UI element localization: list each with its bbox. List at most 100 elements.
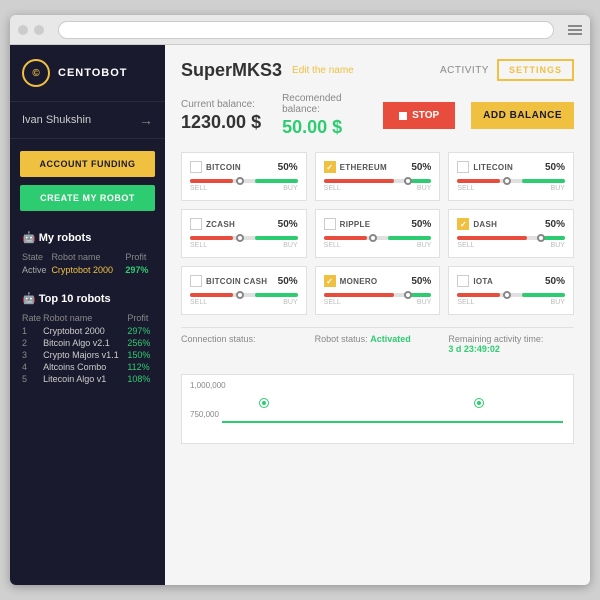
robot-rate: 1 xyxy=(22,325,43,337)
slider-fill-red xyxy=(457,236,527,240)
slider-thumb[interactable] xyxy=(404,177,412,185)
crypto-header: ZCASH 50% xyxy=(190,218,298,230)
crypto-checkbox[interactable] xyxy=(324,218,336,230)
slider-thumb[interactable] xyxy=(503,291,511,299)
crypto-checkbox[interactable] xyxy=(324,161,336,173)
robot-status: Robot status: Activated xyxy=(315,334,441,354)
slider-thumb[interactable] xyxy=(236,177,244,185)
crypto-card: DASH 50% SELL BUY xyxy=(448,209,574,258)
crypto-name-row: BITCOIN CASH xyxy=(190,275,267,287)
robot-profit: 150% xyxy=(127,349,153,361)
settings-button[interactable]: SETTINGS xyxy=(497,59,574,81)
robot-rate: 5 xyxy=(22,373,43,385)
main-content: SuperMKS3 Edit the name ACTIVITY SETTING… xyxy=(165,45,590,585)
slider-container: SELL BUY xyxy=(190,179,298,192)
browser-menu-icon[interactable] xyxy=(568,25,582,35)
crypto-percent: 50% xyxy=(411,162,431,173)
slider-track xyxy=(457,236,565,240)
stop-label: STOP xyxy=(412,110,439,121)
crypto-percent: 50% xyxy=(545,219,565,230)
col-profit: Profit xyxy=(127,311,153,325)
slider-thumb[interactable] xyxy=(236,234,244,242)
crypto-checkbox[interactable] xyxy=(457,275,469,287)
robot-name: Cryptobot 2000 xyxy=(51,264,125,276)
slider-thumb[interactable] xyxy=(503,177,511,185)
logo-icon: © xyxy=(22,59,50,87)
crypto-checkbox[interactable] xyxy=(190,218,202,230)
balance-row: Current balance: 1230.00 $ Recomended ba… xyxy=(181,93,574,138)
create-robot-button[interactable]: CREATE MY ROBOT xyxy=(20,185,155,211)
browser-url-bar[interactable] xyxy=(58,21,554,39)
stop-button[interactable]: STOP xyxy=(383,102,455,129)
my-robots-table: State Robot name Profit Active Cryptobot… xyxy=(22,250,153,276)
crypto-name: BITCOIN CASH xyxy=(206,277,267,286)
browser-dot-2 xyxy=(34,25,44,35)
slider-track xyxy=(324,293,432,297)
current-balance-label: Current balance: xyxy=(181,99,266,110)
slider-fill-red xyxy=(190,293,233,297)
connection-status: Connection status: xyxy=(181,334,307,354)
crypto-name-row: LITECOIN xyxy=(457,161,513,173)
crypto-checkbox[interactable] xyxy=(324,275,336,287)
sidebar-buttons: ACCOUNT FUNDING CREATE MY ROBOT xyxy=(10,139,165,223)
buy-label: BUY xyxy=(551,242,565,249)
crypto-header: IOTA 50% xyxy=(457,275,565,287)
crypto-name: MONERO xyxy=(340,277,378,286)
crypto-percent: 50% xyxy=(545,276,565,287)
buy-label: BUY xyxy=(551,299,565,306)
slider-labels: SELL BUY xyxy=(457,242,565,249)
robot-profit: 256% xyxy=(127,337,153,349)
slider-container: SELL BUY xyxy=(457,179,565,192)
crypto-name-row: RIPPLE xyxy=(324,218,371,230)
sell-label: SELL xyxy=(457,242,474,249)
crypto-checkbox[interactable] xyxy=(457,161,469,173)
robot-name: Altcoins Combo xyxy=(43,361,127,373)
slider-fill-red xyxy=(190,236,233,240)
slider-thumb[interactable] xyxy=(236,291,244,299)
add-balance-button[interactable]: ADD BALANCE xyxy=(471,102,574,129)
crypto-card: RIPPLE 50% SELL BUY xyxy=(315,209,441,258)
my-robots-section: 🤖 My robots State Robot name Profit Acti… xyxy=(10,223,165,284)
crypto-card: LITECOIN 50% SELL BUY xyxy=(448,152,574,201)
crypto-header: ETHEREUM 50% xyxy=(324,161,432,173)
col-robot: Robot name xyxy=(43,311,127,325)
robot-name: Cryptobot 2000 xyxy=(43,325,127,337)
slider-container: SELL BUY xyxy=(457,236,565,249)
app-content: © CENTOBOT Ivan Shukshin → ACCOUNT FUNDI… xyxy=(10,45,590,585)
crypto-card: MONERO 50% SELL BUY xyxy=(315,266,441,315)
crypto-name: DASH xyxy=(473,220,497,229)
my-robots-title: 🤖 My robots xyxy=(22,231,153,244)
crypto-header: BITCOIN CASH 50% xyxy=(190,275,298,287)
slider-labels: SELL BUY xyxy=(324,299,432,306)
chart-dot-left xyxy=(260,399,268,407)
robot-name: Bitcoin Algo v2.1 xyxy=(43,337,127,349)
slider-thumb[interactable] xyxy=(537,234,545,242)
logout-icon[interactable]: → xyxy=(139,112,153,128)
browser-window: © CENTOBOT Ivan Shukshin → ACCOUNT FUNDI… xyxy=(10,15,590,585)
crypto-checkbox[interactable] xyxy=(457,218,469,230)
chart-dot-right xyxy=(475,399,483,407)
slider-track xyxy=(457,293,565,297)
robot-state: Active xyxy=(22,264,51,276)
edit-name-link[interactable]: Edit the name xyxy=(292,65,354,76)
sell-label: SELL xyxy=(457,299,474,306)
crypto-checkbox[interactable] xyxy=(190,161,202,173)
table-row: 3 Crypto Majors v1.1 150% xyxy=(22,349,153,361)
chart-top-label: 1,000,000 xyxy=(190,381,226,390)
buy-label: BUY xyxy=(417,299,431,306)
sidebar: © CENTOBOT Ivan Shukshin → ACCOUNT FUNDI… xyxy=(10,45,165,585)
slider-fill-red xyxy=(190,179,233,183)
slider-container: SELL BUY xyxy=(324,179,432,192)
chart-line xyxy=(222,421,563,423)
robot-name: Litecoin Algo v1 xyxy=(43,373,127,385)
remaining-value: 3 d 23:49:02 xyxy=(448,344,500,354)
account-funding-button[interactable]: ACCOUNT FUNDING xyxy=(20,151,155,177)
slider-labels: SELL BUY xyxy=(457,185,565,192)
slider-fill-red xyxy=(324,236,367,240)
slider-thumb[interactable] xyxy=(404,291,412,299)
buy-label: BUY xyxy=(283,185,297,192)
slider-labels: SELL BUY xyxy=(324,185,432,192)
slider-thumb[interactable] xyxy=(369,234,377,242)
activity-link[interactable]: ACTIVITY xyxy=(440,65,489,76)
crypto-checkbox[interactable] xyxy=(190,275,202,287)
